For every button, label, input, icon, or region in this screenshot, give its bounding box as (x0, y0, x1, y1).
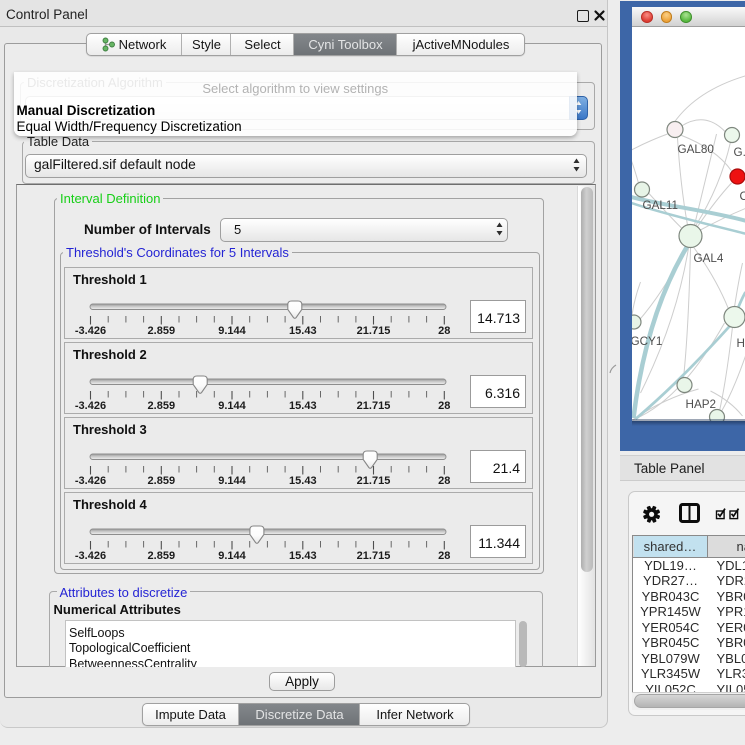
svg-text:28: 28 (438, 400, 450, 412)
svg-text:28: 28 (438, 550, 450, 562)
svg-text:9.144: 9.144 (218, 325, 246, 337)
svg-text:15.43: 15.43 (289, 400, 317, 412)
svg-text:-3.426: -3.426 (74, 325, 105, 337)
svg-text:21.715: 21.715 (356, 475, 390, 487)
svg-text:21.715: 21.715 (356, 400, 390, 412)
svg-text:2.859: 2.859 (147, 325, 175, 337)
svg-text:2.859: 2.859 (147, 475, 175, 487)
svg-text:9.144: 9.144 (218, 475, 246, 487)
svg-text:15.43: 15.43 (289, 550, 317, 562)
svg-text:15.43: 15.43 (289, 325, 317, 337)
svg-text:15.43: 15.43 (289, 475, 317, 487)
svg-text:9.144: 9.144 (218, 550, 246, 562)
svg-text:HAP2: HAP2 (685, 398, 716, 411)
svg-text:21.715: 21.715 (356, 325, 390, 337)
svg-text:2.859: 2.859 (147, 400, 175, 412)
svg-text:28: 28 (438, 475, 450, 487)
svg-text:GAL11: GAL11 (642, 199, 678, 212)
svg-text:2.859: 2.859 (147, 550, 175, 562)
svg-text:GAL80: GAL80 (677, 143, 714, 156)
svg-text:GAL4: GAL4 (693, 252, 723, 265)
svg-text:28: 28 (438, 325, 450, 337)
svg-text:H: H (736, 337, 744, 350)
svg-text:-3.426: -3.426 (74, 475, 105, 487)
svg-text:GCY1: GCY1 (632, 335, 662, 348)
svg-text:-3.426: -3.426 (74, 550, 105, 562)
svg-text:C: C (739, 190, 745, 203)
svg-text:9.144: 9.144 (218, 400, 246, 412)
svg-text:21.715: 21.715 (356, 550, 390, 562)
svg-text:-3.426: -3.426 (74, 400, 105, 412)
svg-text:G.: G. (733, 146, 745, 159)
